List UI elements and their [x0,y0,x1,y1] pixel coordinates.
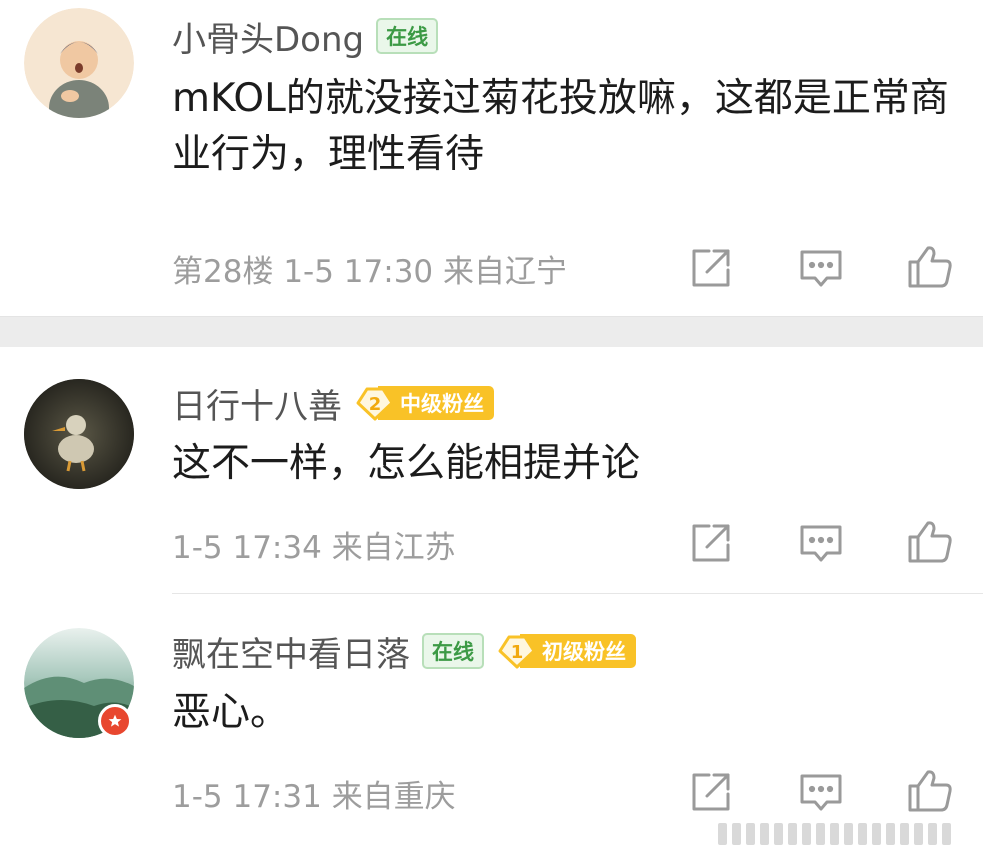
comment-icon[interactable] [797,519,845,567]
avatar[interactable] [24,379,134,489]
comment-time: 1-5 17:30 [283,254,434,290]
username[interactable]: 小骨头Dong [172,12,364,61]
fan-badge: 2 中级粉丝 [354,385,494,421]
section-divider [0,316,983,347]
comment-location: 来自重庆 [331,779,456,815]
comment-separator [172,593,983,594]
online-badge: 在线 [376,18,439,54]
comment-location: 来自江苏 [331,530,456,566]
comment-location: 来自辽宁 [443,254,567,290]
comment-text: 这不一样，怎么能相提并论 [172,441,641,486]
floor-number: 第28楼 [172,254,274,290]
comment-time: 1-5 17:34 [172,530,322,566]
like-icon[interactable] [906,517,954,565]
fan-badge: 1 初级粉丝 [496,633,636,669]
share-icon[interactable] [687,768,735,816]
like-icon[interactable] [906,766,954,814]
online-badge: 在线 [422,633,484,669]
share-icon[interactable] [687,244,735,292]
comment-icon[interactable] [797,768,845,816]
name-row: 飘在空中看日落 在线 1 初级粉丝 [172,627,636,676]
username[interactable]: 飘在空中看日落 [172,627,410,676]
comment-text: mKOL的就没接过菊花投放嘛，这都是正常商业行为，理性看待 [172,76,949,177]
name-row: 日行十八善 2 中级粉丝 [172,379,494,428]
verified-badge-icon [98,704,132,738]
username[interactable]: 日行十八善 [172,379,342,428]
like-icon[interactable] [906,242,954,290]
name-row: 小骨头Dong 在线 [172,12,439,61]
fan-level-icon: 1 [496,633,538,669]
comment-meta: 1-5 17:31 来自重庆 [172,771,456,816]
watermark [718,823,956,845]
comment-meta: 1-5 17:34 来自江苏 [172,522,456,567]
fan-level-icon: 2 [354,385,396,421]
comment-text: 恶心。 [172,690,290,735]
share-icon[interactable] [687,519,735,567]
comment-icon[interactable] [797,244,845,292]
fan-level-number: 2 [369,394,382,415]
fan-level-number: 1 [511,642,524,663]
comment-meta: 第28楼 1-5 17:30 来自辽宁 [172,246,567,291]
comment-time: 1-5 17:31 [172,779,322,815]
avatar[interactable] [24,8,134,118]
